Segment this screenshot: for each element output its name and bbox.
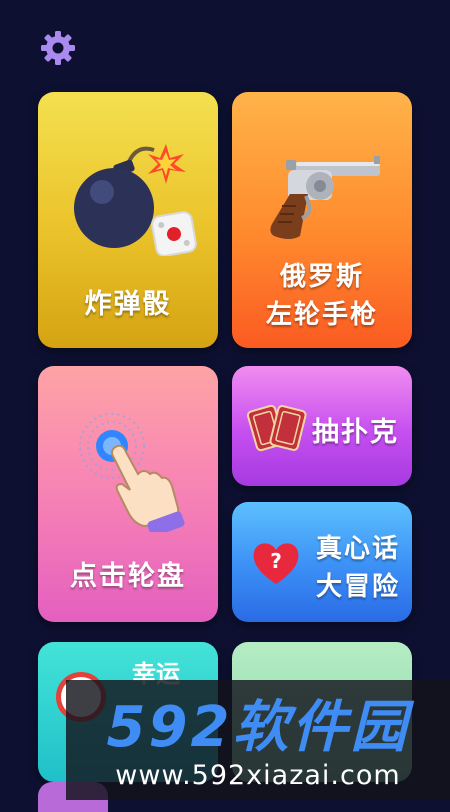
- bomb-dice-icon: [74, 144, 197, 256]
- bomb-dice-label: 炸弹骰: [84, 289, 172, 320]
- truth-or-dare-label-line2: 大冒险: [316, 572, 401, 602]
- tap-wheel-label: 点击轮盘: [70, 561, 186, 592]
- playing-cards-icon: [246, 404, 307, 452]
- settings-button[interactable]: [38, 28, 78, 68]
- russian-roulette-label-line1: 俄罗斯: [279, 262, 364, 292]
- tap-hand-icon: [79, 413, 185, 532]
- russian-roulette-card[interactable]: 俄罗斯 左轮手枪: [232, 92, 412, 348]
- tap-wheel-card[interactable]: 点击轮盘: [38, 366, 218, 622]
- revolver-icon: [270, 156, 380, 239]
- draw-poker-label: 抽扑克: [312, 417, 399, 448]
- watermark-url: www.592xiazai.com: [115, 760, 401, 791]
- watermark: 592软件园 www.592xiazai.com: [66, 680, 450, 800]
- bomb-dice-card[interactable]: 炸弹骰: [38, 92, 218, 348]
- draw-poker-card[interactable]: 抽扑克: [232, 366, 412, 486]
- truth-or-dare-card[interactable]: ? 真心话 大冒险: [232, 502, 412, 622]
- truth-or-dare-label-line1: 真心话: [316, 534, 401, 564]
- russian-roulette-label-line2: 左轮手枪: [265, 300, 378, 330]
- svg-text:?: ?: [270, 549, 282, 573]
- heart-question-icon: ?: [253, 543, 299, 584]
- gear-icon: [41, 31, 75, 65]
- watermark-brand: 592软件园: [106, 695, 410, 760]
